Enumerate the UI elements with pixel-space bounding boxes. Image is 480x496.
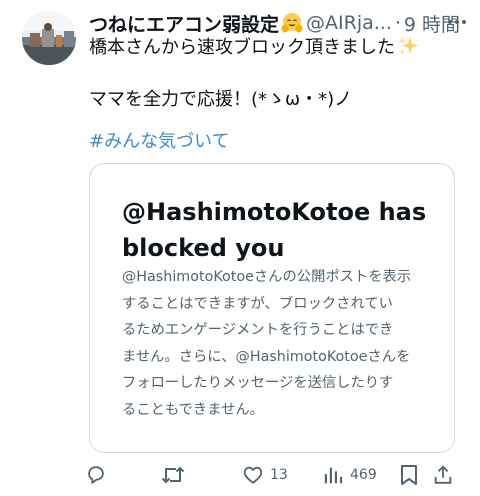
card-title-line-1: @HashimotoKotoe has (122, 198, 427, 226)
share-icon (434, 465, 452, 484)
card-body-line: フォローしたりメッセージを送信したりす (122, 375, 394, 392)
post: つねにエアコン弱設定 @AIRja... · 9 時間 橋本さんから速攻ブロック… (0, 0, 480, 496)
card-body-line: ることもできません。 (122, 401, 264, 418)
views-button[interactable]: 469 (322, 460, 377, 490)
bookmark-button[interactable] (399, 460, 419, 490)
user-handle[interactable]: @AIRja... (306, 12, 392, 34)
hashtag-link[interactable]: #みんな気づいて (89, 129, 230, 155)
like-icon (243, 466, 263, 484)
views-icon (324, 467, 343, 484)
post-text-line-1: 橋本さんから速攻ブロック頂きました (89, 35, 419, 61)
post-text: 橋本さんから速攻ブロック頂きました (89, 37, 395, 58)
share-button[interactable] (432, 460, 454, 490)
sparkles-icon (397, 35, 419, 57)
reply-icon (88, 466, 104, 484)
like-button[interactable]: 13 (242, 460, 288, 490)
card-body-line: ません。さらに、@HashimotoKotoeさんを (122, 348, 411, 365)
repost-icon (161, 466, 185, 484)
card-title: @HashimotoKotoe has blocked you (122, 194, 442, 266)
avatar-photo (22, 11, 76, 65)
reply-button[interactable] (85, 460, 107, 490)
card-body-line: @HashimotoKotoeさんの公開ポストを表示 (122, 269, 412, 285)
post-header: つねにエアコン弱設定 @AIRja... · 9 時間 (89, 9, 466, 37)
post-text-line-2: ママを全力で応援！(*ゝω・*)ノ (89, 89, 353, 110)
like-count: 13 (270, 467, 288, 483)
card-title-line-2: blocked you (122, 234, 285, 262)
views-count: 469 (350, 467, 377, 483)
smiling-face-with-open-hands-icon (281, 12, 303, 34)
avatar[interactable] (22, 11, 76, 65)
action-bar: 13 469 (85, 460, 455, 490)
repost-button[interactable] (161, 460, 185, 490)
more-icon[interactable] (444, 11, 470, 33)
blocked-notice-card: @HashimotoKotoe has blocked you @Hashimo… (89, 163, 455, 453)
bookmark-icon (401, 465, 417, 485)
card-body-line: することはできますが、ブロックされてい (122, 295, 393, 312)
card-body-line: るためエンゲージメントを行うことはでき (122, 322, 394, 339)
separator-dot: · (394, 12, 401, 34)
card-body: @HashimotoKotoeさんの公開ポストを表示 することはできますが、ブロ… (122, 264, 442, 424)
display-name[interactable]: つねにエアコン弱設定 (89, 10, 279, 37)
